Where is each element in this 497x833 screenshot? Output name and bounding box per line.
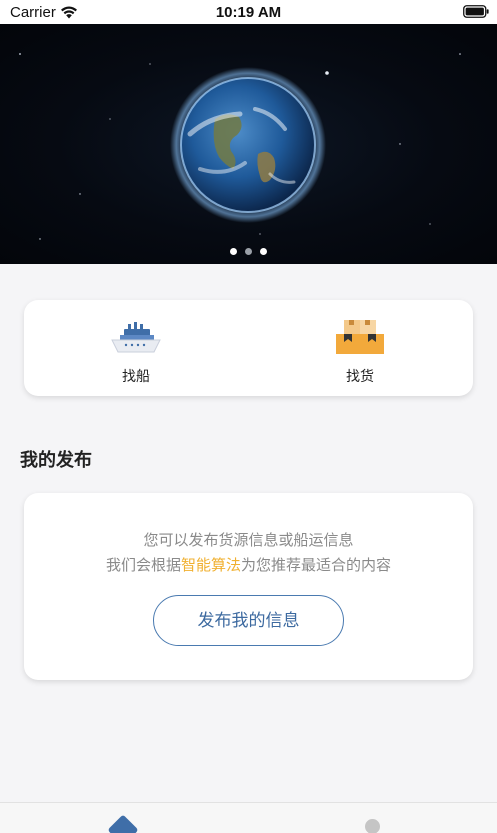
- carousel-dots: [0, 240, 497, 259]
- status-bar: Carrier 10:19 AM: [0, 0, 497, 24]
- tab-bar: [0, 802, 497, 833]
- find-cargo-entry[interactable]: 找货: [248, 300, 472, 396]
- publish-hint-highlight: 智能算法: [180, 556, 241, 574]
- profile-icon[interactable]: [365, 819, 380, 833]
- publish-hint-line1: 您可以发布货源信息或船运信息: [143, 531, 354, 549]
- status-time: 10:19 AM: [215, 4, 282, 21]
- carousel-dot[interactable]: [260, 248, 267, 255]
- publish-hint-prefix: 我们会根据: [105, 556, 181, 574]
- home-diamond-icon[interactable]: [107, 814, 139, 833]
- ship-icon: [111, 322, 161, 353]
- publish-card: 您可以发布货源信息或船运信息 我们会根据智能算法为您推荐最适合的内容 发布我的信…: [24, 493, 473, 680]
- quick-entry-card: 找船 找货: [24, 300, 473, 396]
- carousel-dot[interactable]: [230, 248, 237, 255]
- publish-hint-suffix: 为您推荐最适合的内容: [241, 556, 392, 574]
- find-ship-entry[interactable]: 找船: [24, 300, 248, 396]
- earth-banner-image: [19, 53, 461, 240]
- section-title: 我的发布: [20, 450, 92, 471]
- battery-icon: [463, 5, 489, 18]
- carousel-dot[interactable]: [245, 248, 252, 255]
- find-cargo-label: 找货: [346, 369, 374, 385]
- publish-hint-line2: 我们会根据智能算法为您推荐最适合的内容: [24, 554, 473, 575]
- find-ship-label: 找船: [122, 369, 150, 385]
- publish-my-info-button[interactable]: 发布我的信息: [153, 595, 344, 646]
- banner-carousel[interactable]: [0, 24, 497, 264]
- cargo-boxes-icon: [336, 320, 384, 354]
